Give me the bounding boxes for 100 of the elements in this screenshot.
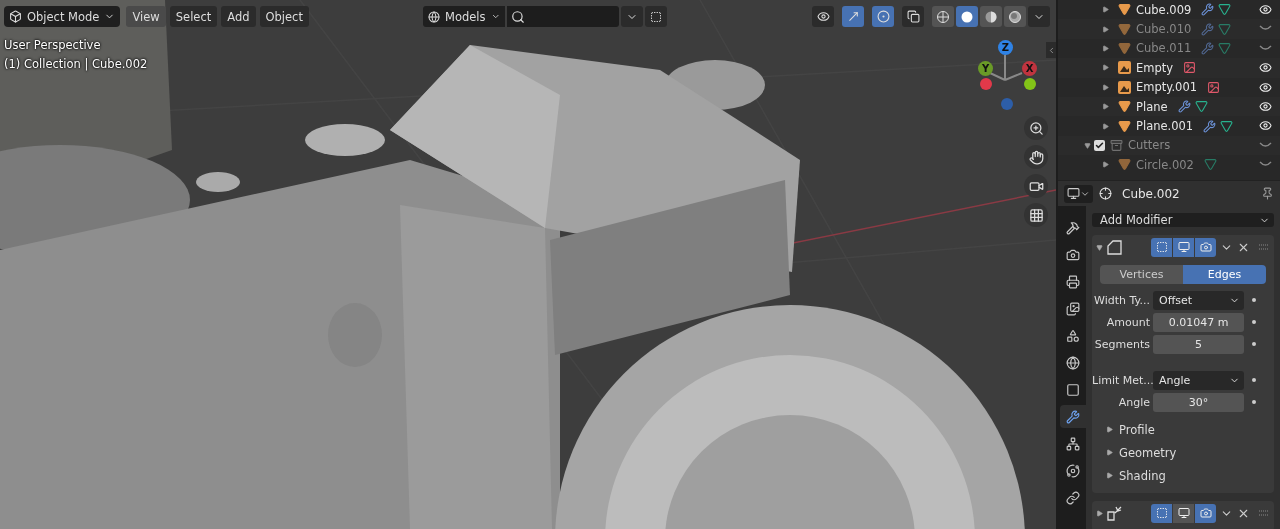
menu-item[interactable]: Select — [169, 6, 218, 27]
closed-eye-icon[interactable] — [1259, 43, 1272, 52]
eye-icon[interactable] — [1259, 3, 1272, 16]
outliner-item[interactable]: Empty.001 — [1136, 80, 1198, 95]
menu-item[interactable]: View — [126, 6, 166, 27]
keyframe-dot-icon[interactable] — [1252, 378, 1256, 382]
closed-eye-icon[interactable] — [1259, 140, 1272, 149]
outliner-item[interactable]: Plane — [1136, 99, 1168, 114]
wrench-icon[interactable] — [1203, 119, 1217, 133]
camera-icon — [1066, 247, 1080, 262]
expand-arrow-icon[interactable] — [1102, 83, 1109, 91]
checkbox[interactable] — [1094, 139, 1105, 151]
dropdown-field[interactable]: Offset — [1153, 290, 1244, 310]
outliner-item[interactable]: Cube.011 — [1136, 41, 1192, 56]
subpanel-header[interactable]: Shading — [1092, 464, 1274, 487]
mesh-data-icon[interactable] — [1203, 158, 1217, 172]
render-toggle[interactable] — [1195, 237, 1216, 257]
expand-arrow-icon[interactable] — [1102, 6, 1109, 14]
expand-arrow-icon[interactable] — [1102, 161, 1109, 169]
shading-button[interactable] — [956, 6, 978, 27]
edit-mode-toggle[interactable] — [1151, 237, 1172, 257]
viewport-toggle[interactable] — [1173, 237, 1194, 257]
closed-eye-icon[interactable] — [1259, 160, 1272, 169]
dashed-square-icon — [649, 10, 662, 23]
xray-toggle-button[interactable] — [902, 6, 924, 27]
mesh-data-icon[interactable] — [1218, 41, 1232, 55]
wireframe-shading-icon — [936, 9, 950, 24]
collapse-arrow-icon[interactable] — [1084, 141, 1091, 149]
keyframe-dot-icon[interactable] — [1252, 400, 1256, 404]
affect-option[interactable]: Vertices — [1100, 265, 1183, 284]
mesh-data-icon[interactable] — [1218, 3, 1232, 17]
editor-type-button[interactable] — [1064, 184, 1093, 203]
view-info-text: User Perspective — [4, 38, 102, 52]
outliner-item[interactable]: Cube.009 — [1136, 2, 1192, 17]
mode-dropdown[interactable]: Object Mode — [4, 6, 121, 27]
outliner-item[interactable]: Cube.010 — [1136, 22, 1192, 37]
filter-button[interactable] — [620, 6, 643, 27]
sidebar-toggle[interactable] — [1046, 42, 1056, 58]
expand-arrow-icon[interactable] — [1102, 103, 1109, 111]
expand-arrow-icon[interactable] — [1102, 64, 1109, 72]
subpanel-header[interactable]: Profile — [1092, 418, 1274, 441]
wrench-icon[interactable] — [1201, 22, 1215, 36]
render-toggle[interactable] — [1195, 503, 1216, 523]
image-icon[interactable] — [1207, 80, 1221, 94]
number-field[interactable]: 30° — [1153, 392, 1244, 412]
modifier-tab[interactable] — [1060, 405, 1086, 428]
drag-handle-icon[interactable] — [1258, 510, 1270, 516]
expand-arrow-icon[interactable] — [1102, 25, 1109, 33]
mesh-data-icon[interactable] — [1218, 22, 1232, 36]
outliner-item[interactable]: Cutters — [1128, 138, 1171, 153]
viewport-toggle[interactable] — [1173, 503, 1194, 523]
keyframe-dot-icon[interactable] — [1252, 320, 1256, 324]
expand-arrow-icon[interactable] — [1102, 44, 1109, 52]
wrench-icon[interactable] — [1201, 3, 1215, 17]
panel-arrow-icon[interactable] — [1096, 243, 1103, 251]
mesh-icon — [1118, 41, 1131, 55]
eye-icon[interactable] — [1259, 99, 1272, 113]
keyframe-dot-icon[interactable] — [1252, 298, 1256, 302]
expand-arrow-icon[interactable] — [1102, 122, 1109, 130]
drag-handle-icon[interactable] — [1258, 244, 1270, 250]
visibility-toggle-button[interactable] — [812, 6, 834, 27]
shading-button[interactable] — [1004, 6, 1026, 27]
shading-button[interactable] — [932, 6, 954, 27]
overlay-toggle-button[interactable] — [872, 6, 894, 27]
closed-eye-icon[interactable] — [1259, 24, 1272, 33]
subpanel-header[interactable]: Geometry — [1092, 441, 1274, 464]
menu-item[interactable]: Add — [221, 6, 256, 27]
image-icon[interactable] — [1183, 61, 1197, 75]
affect-option[interactable]: Edges — [1183, 265, 1266, 284]
view-info-text: (1) Collection | Cube.002 — [4, 57, 148, 71]
eye-icon — [816, 10, 830, 23]
mesh-icon — [1118, 3, 1131, 17]
panel-arrow-icon[interactable] — [1096, 509, 1103, 517]
number-field[interactable]: 0.01047 m — [1153, 312, 1244, 332]
outliner-item[interactable]: Empty — [1136, 60, 1174, 75]
collection-dropdown[interactable]: Models — [422, 6, 505, 27]
wrench-icon[interactable] — [1177, 100, 1191, 114]
edit-mode-toggle[interactable] — [1151, 503, 1172, 523]
eye-icon[interactable] — [1259, 119, 1272, 133]
monitor-icon — [1177, 241, 1190, 253]
add-modifier-dropdown[interactable]: Add Modifier — [1092, 213, 1274, 227]
dropdown-field[interactable]: Angle — [1153, 370, 1244, 390]
cube-icon — [9, 10, 22, 23]
number-field[interactable]: 5 — [1153, 334, 1244, 354]
search-field[interactable] — [506, 6, 619, 27]
eye-icon[interactable] — [1259, 80, 1272, 94]
outliner-item[interactable]: Circle.002 — [1136, 157, 1194, 172]
pin-icon[interactable] — [1261, 187, 1274, 200]
shading-button[interactable] — [980, 6, 1002, 27]
wrench-icon[interactable] — [1201, 41, 1215, 55]
options-button[interactable] — [644, 6, 667, 27]
shading-options-button[interactable] — [1028, 6, 1050, 27]
mesh-data-icon[interactable] — [1220, 119, 1234, 133]
images-icon — [1066, 301, 1080, 316]
outliner-item[interactable]: Plane.001 — [1136, 119, 1194, 134]
menu-item[interactable]: Object — [259, 6, 309, 27]
gizmo-toggle-button[interactable] — [842, 6, 864, 27]
eye-icon[interactable] — [1259, 61, 1272, 75]
keyframe-dot-icon[interactable] — [1252, 342, 1256, 346]
mesh-data-icon[interactable] — [1194, 100, 1208, 114]
